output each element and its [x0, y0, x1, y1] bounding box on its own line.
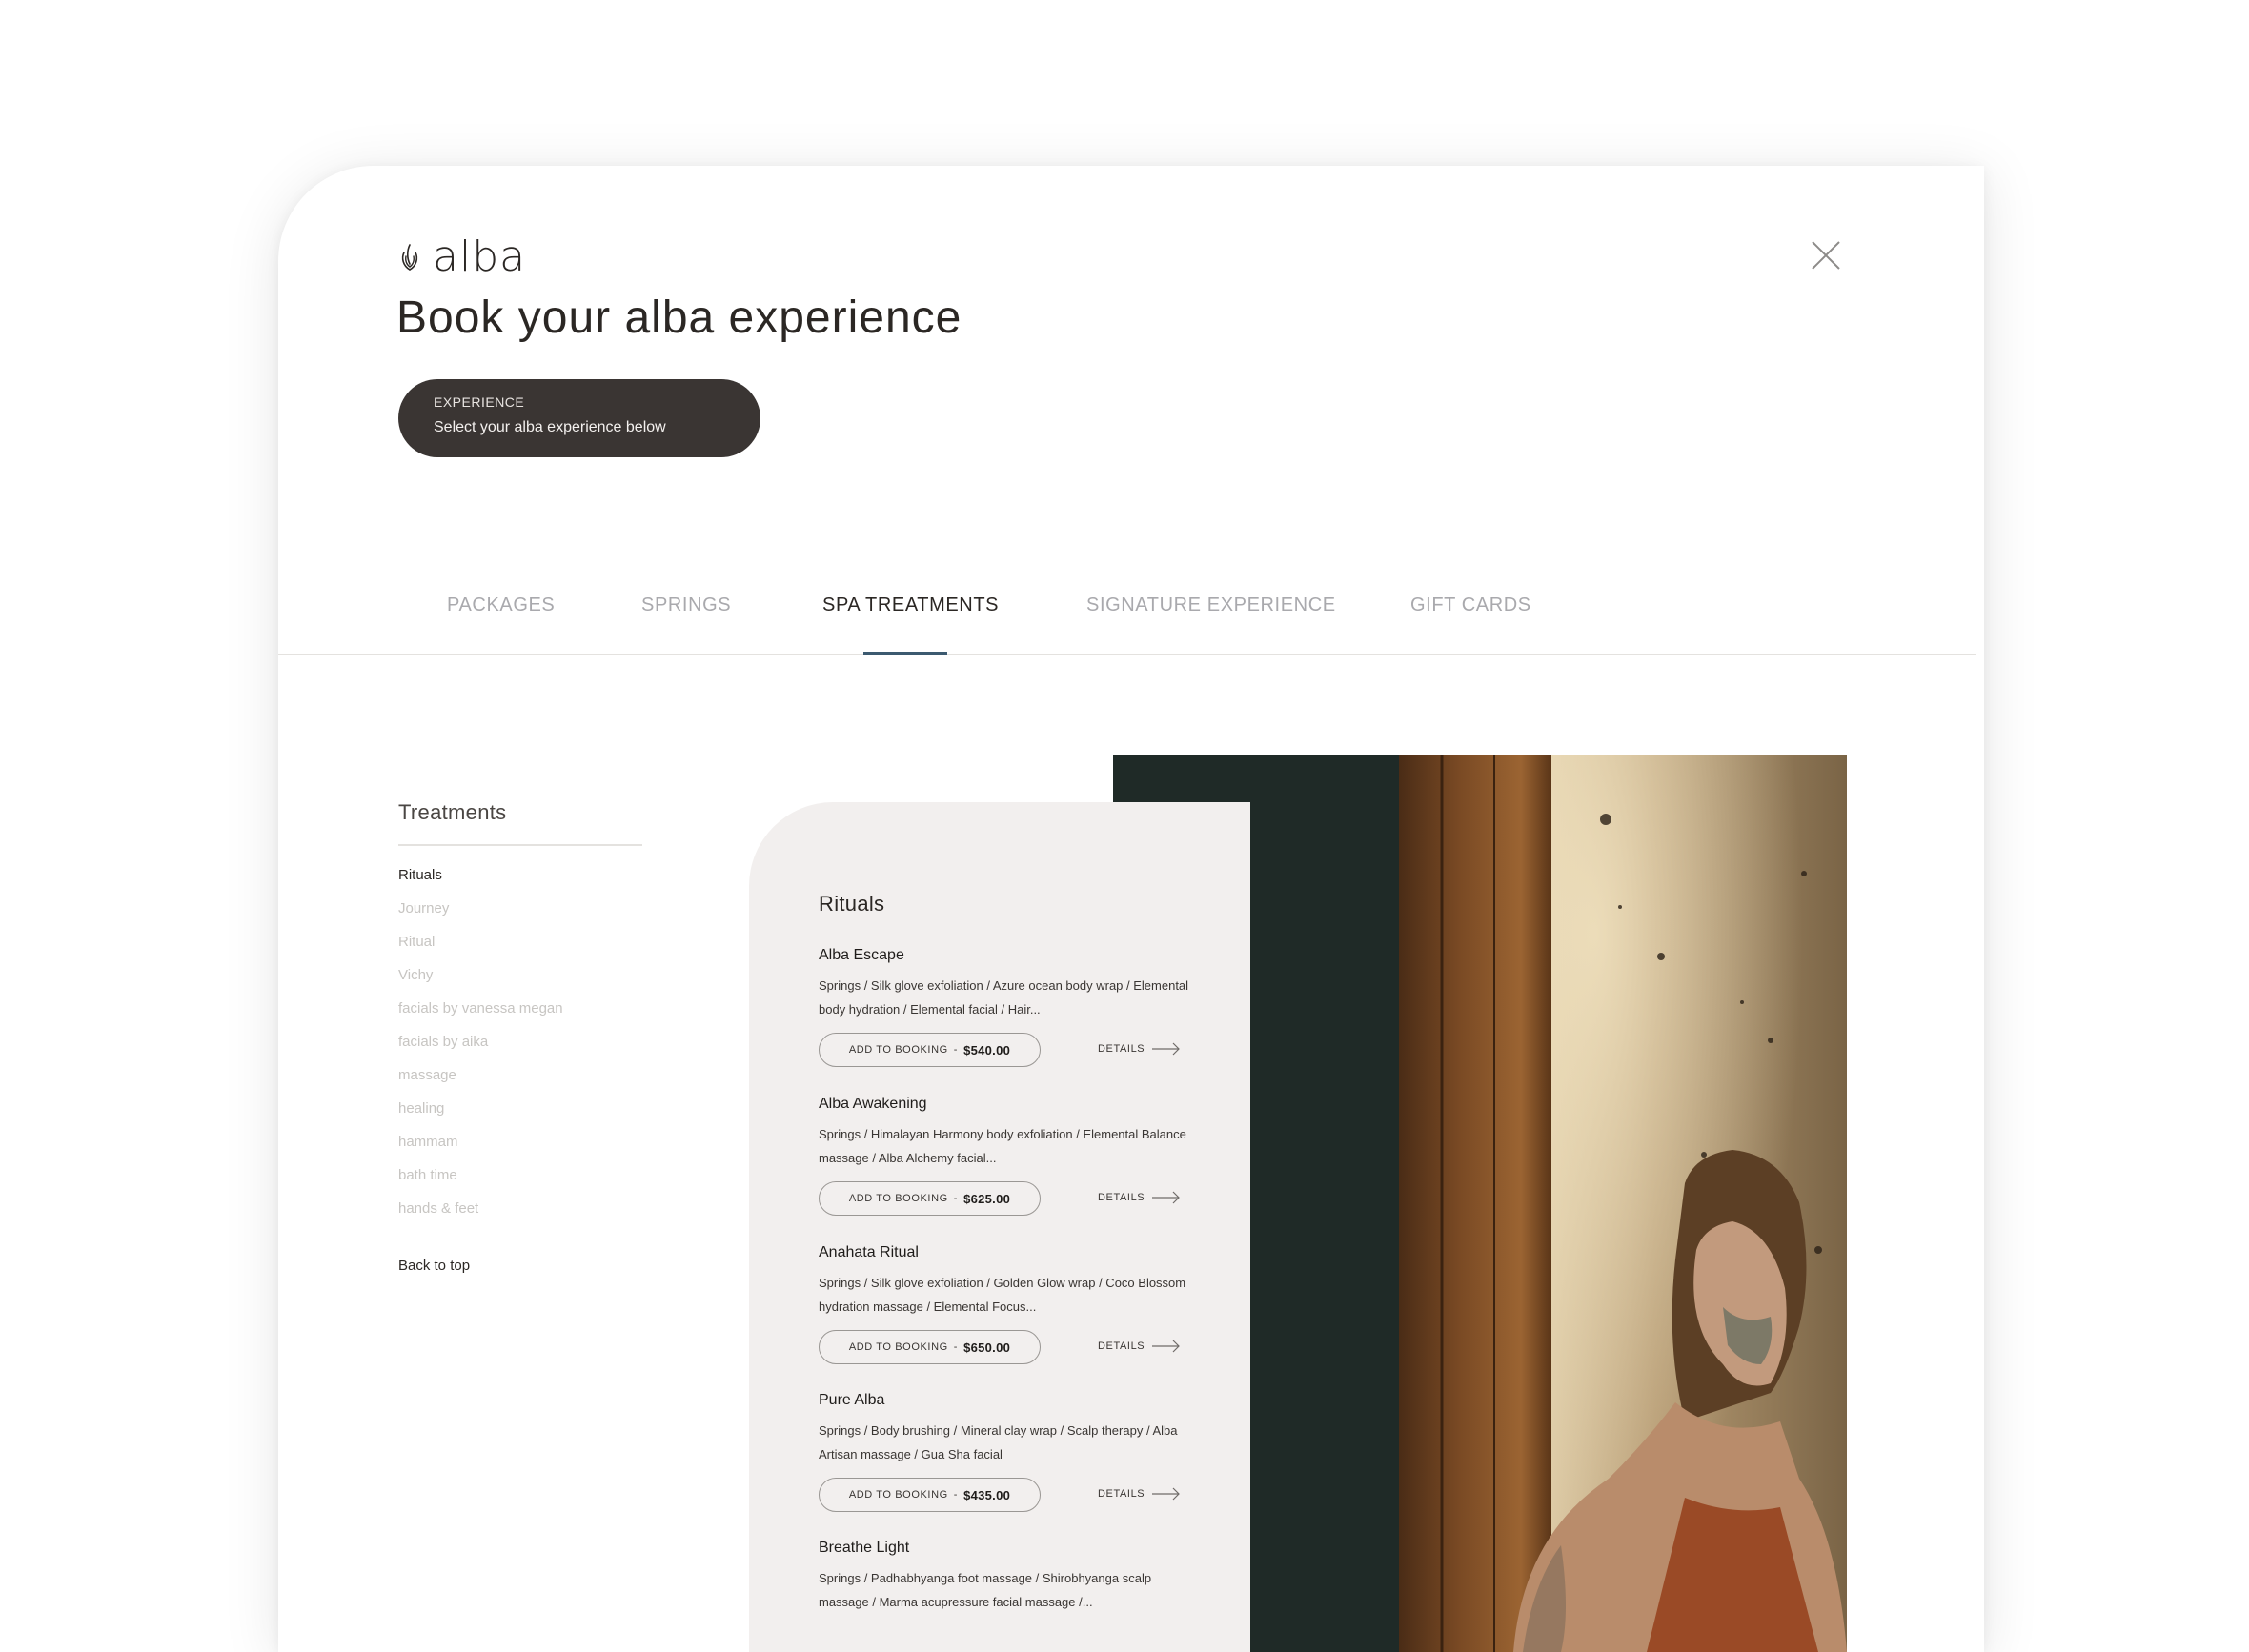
add-to-booking-button[interactable]: ADD TO BOOKING - $540.00: [819, 1033, 1041, 1067]
back-to-top-link[interactable]: Back to top: [398, 1258, 470, 1274]
add-label: ADD TO BOOKING: [848, 1341, 948, 1353]
category-tabs: PACKAGES SPRINGS SPA TREATMENTS SIGNATUR…: [278, 594, 1976, 655]
page-title: Book your alba experience: [396, 292, 962, 343]
treatment-item: Alba Awakening Springs / Himalayan Harmo…: [819, 1096, 1200, 1216]
tab-packages[interactable]: PACKAGES: [447, 594, 555, 616]
add-label: ADD TO BOOKING: [848, 1193, 948, 1204]
rituals-card: Rituals Alba Escape Springs / Silk glove…: [749, 802, 1250, 1652]
price-separator: -: [953, 1489, 959, 1501]
treatment-name: Alba Awakening: [819, 1096, 927, 1112]
details-link[interactable]: DETAILS: [1098, 1191, 1181, 1204]
sidebar-item-ritual[interactable]: Ritual: [398, 934, 563, 967]
close-icon: [1812, 241, 1840, 270]
tab-spa-treatments[interactable]: SPA TREATMENTS: [822, 594, 999, 616]
experience-value: Select your alba experience below: [434, 419, 666, 435]
add-label: ADD TO BOOKING: [848, 1044, 948, 1056]
tab-gift-cards[interactable]: GIFT CARDS: [1410, 594, 1531, 616]
sidebar-divider: [398, 844, 642, 846]
sidebar-item-massage[interactable]: massage: [398, 1067, 563, 1100]
treatment-name: Anahata Ritual: [819, 1244, 919, 1260]
treatment-item: Anahata Ritual Springs / Silk glove exfo…: [819, 1244, 1200, 1364]
tab-signature-experience[interactable]: SIGNATURE EXPERIENCE: [1086, 594, 1336, 616]
booking-modal: alba Book your alba experience EXPERIENC…: [278, 166, 1984, 1652]
treatment-price: $650.00: [963, 1340, 1011, 1355]
sidebar-item-hammam[interactable]: hammam: [398, 1134, 563, 1167]
details-label: DETAILS: [1098, 1340, 1145, 1352]
sidebar-item-journey[interactable]: Journey: [398, 900, 563, 934]
treatment-price: $625.00: [963, 1191, 1011, 1206]
treatment-item: Pure Alba Springs / Body brushing / Mine…: [819, 1392, 1200, 1512]
add-to-booking-button[interactable]: ADD TO BOOKING - $650.00: [819, 1330, 1041, 1364]
sidebar-item-facials-aika[interactable]: facials by aika: [398, 1034, 563, 1067]
sidebar-item-bath-time[interactable]: bath time: [398, 1167, 563, 1200]
add-to-booking-button[interactable]: ADD TO BOOKING - $435.00: [819, 1478, 1041, 1512]
treatment-price: $435.00: [963, 1487, 1011, 1502]
price-separator: -: [953, 1193, 959, 1204]
treatment-description: Springs / Silk glove exfoliation / Golde…: [819, 1276, 1186, 1314]
brand-logo[interactable]: alba: [398, 232, 526, 281]
treatment-description: Springs / Himalayan Harmony body exfolia…: [819, 1127, 1186, 1165]
sidebar-title: Treatments: [398, 800, 507, 824]
sidebar-item-facials-vanessa-megan[interactable]: facials by vanessa megan: [398, 1000, 563, 1034]
arrow-right-icon: [1152, 1487, 1181, 1501]
treatment-item: Alba Escape Springs / Silk glove exfolia…: [819, 947, 1200, 1067]
treatment-description: Springs / Body brushing / Mineral clay w…: [819, 1423, 1178, 1461]
details-label: DETAILS: [1098, 1488, 1145, 1500]
sidebar-list: Rituals Journey Ritual Vichy facials by …: [398, 867, 563, 1234]
brand-name: alba: [433, 232, 527, 281]
arrow-right-icon: [1152, 1340, 1181, 1353]
tab-springs[interactable]: SPRINGS: [641, 594, 731, 616]
details-label: DETAILS: [1098, 1043, 1145, 1055]
details-label: DETAILS: [1098, 1192, 1145, 1203]
section-title: Rituals: [819, 892, 885, 916]
treatment-price: $540.00: [963, 1042, 1011, 1058]
price-separator: -: [953, 1341, 959, 1353]
treatment-name: Alba Escape: [819, 947, 904, 963]
add-to-booking-button[interactable]: ADD TO BOOKING - $625.00: [819, 1181, 1041, 1216]
flame-logo-icon: [401, 243, 418, 271]
sidebar-item-healing[interactable]: healing: [398, 1100, 563, 1134]
close-button[interactable]: [1811, 240, 1841, 271]
sidebar-item-hands-feet[interactable]: hands & feet: [398, 1200, 563, 1234]
treatment-name: Pure Alba: [819, 1392, 885, 1408]
sidebar-item-vichy[interactable]: Vichy: [398, 967, 563, 1000]
arrow-right-icon: [1152, 1191, 1181, 1204]
treatment-name: Breathe Light: [819, 1540, 910, 1556]
arrow-right-icon: [1152, 1042, 1181, 1056]
details-link[interactable]: DETAILS: [1098, 1487, 1181, 1501]
experience-label: EXPERIENCE: [434, 394, 525, 410]
experience-selector[interactable]: EXPERIENCE Select your alba experience b…: [398, 379, 760, 457]
add-label: ADD TO BOOKING: [848, 1489, 948, 1501]
sidebar-item-rituals[interactable]: Rituals: [398, 867, 563, 900]
treatment-description: Springs / Padhabhyanga foot massage / Sh…: [819, 1571, 1152, 1609]
details-link[interactable]: DETAILS: [1098, 1340, 1181, 1353]
price-separator: -: [953, 1044, 959, 1056]
active-tab-indicator: [863, 652, 947, 655]
details-link[interactable]: DETAILS: [1098, 1042, 1181, 1056]
treatment-item: Breathe Light Springs / Padhabhyanga foo…: [819, 1540, 1200, 1614]
treatment-description: Springs / Silk glove exfoliation / Azure…: [819, 978, 1189, 1017]
